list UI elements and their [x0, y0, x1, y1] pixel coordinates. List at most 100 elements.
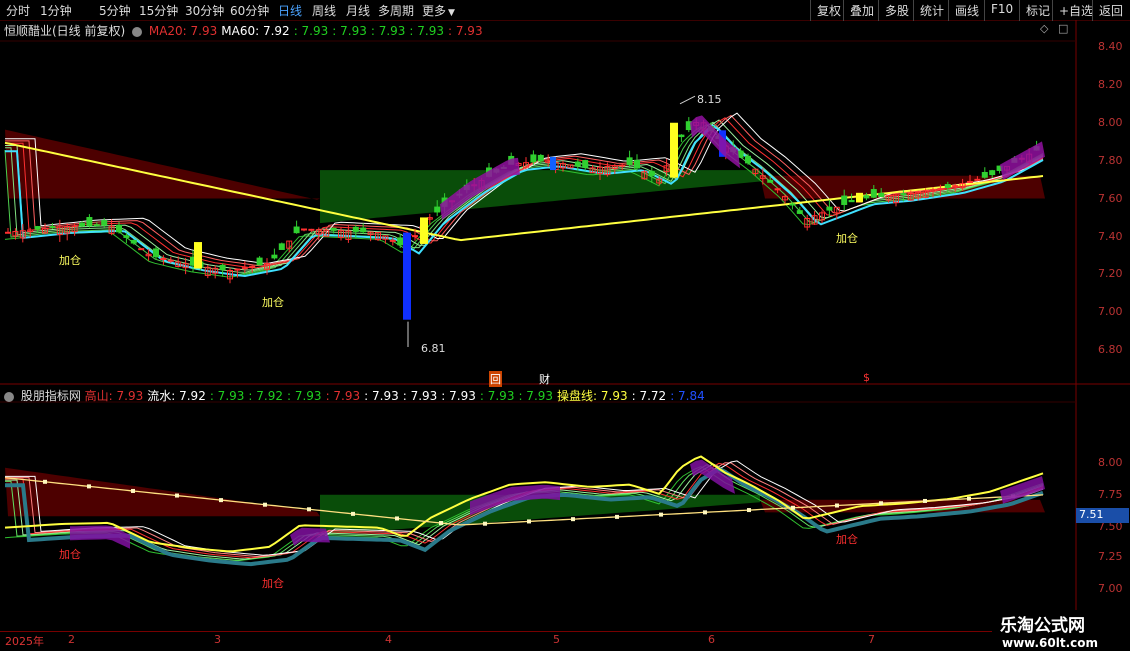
indicator-value: : 7.72	[631, 389, 667, 403]
candle-body	[841, 195, 848, 205]
high-price-label: 8.15	[697, 93, 722, 106]
candle-body	[737, 150, 744, 158]
settings-icon[interactable]	[4, 391, 14, 402]
indicator-value: : 7.93	[441, 389, 476, 403]
candle-body	[974, 178, 981, 181]
y-tick: 8.00	[1098, 456, 1123, 469]
indicator-value: : 7.93	[402, 389, 438, 403]
big-candle-yellow	[194, 242, 202, 269]
low-price-label: 6.81	[421, 342, 446, 355]
candle-body	[634, 159, 640, 169]
candle-body	[123, 235, 130, 238]
y-tick: 8.40	[1098, 40, 1123, 53]
candle-body	[397, 237, 404, 246]
candle-body	[256, 257, 263, 266]
y-tick: 6.80	[1098, 343, 1123, 356]
mid-line-dot	[263, 502, 267, 507]
candle-body	[774, 188, 781, 191]
mid-line-dot	[703, 510, 707, 515]
big-candle-blue	[403, 232, 411, 320]
indicator-value: : 7.93	[293, 24, 329, 38]
candle-body	[219, 264, 226, 270]
dollar-marker[interactable]: $	[863, 371, 870, 384]
candle-body	[574, 161, 581, 167]
candle-body	[241, 267, 248, 270]
candle-body	[900, 193, 907, 196]
big-candle-yellow	[420, 217, 428, 244]
mid-line-dot	[571, 517, 575, 522]
candle-body	[989, 170, 996, 176]
x-tick: 2	[68, 633, 75, 646]
indicator-value: : 7.93	[370, 24, 406, 38]
candle-body	[870, 189, 877, 198]
mid-line-dot	[923, 498, 927, 503]
signal-label: 加仓	[836, 232, 858, 245]
candle-body	[981, 171, 988, 178]
x-tick: 7	[868, 633, 875, 646]
y-tick: 8.00	[1098, 116, 1123, 129]
sub-indicator-header: 股朋指标网 高山: 7.93 流水: 7.92: 7.93: 7.92: 7.93…	[4, 387, 709, 404]
finance-marker[interactable]: 财	[539, 371, 550, 387]
candle-body	[249, 265, 256, 268]
candle-body	[86, 217, 93, 227]
x-tick: 3	[214, 633, 221, 646]
candle-body	[944, 184, 951, 188]
cursor-value-badge: 7.51	[1076, 508, 1129, 523]
candle-body	[130, 239, 137, 244]
kline-chart[interactable]	[0, 0, 1130, 650]
candle-body	[101, 220, 108, 226]
candle-body	[537, 154, 544, 162]
big-candle-yellow	[670, 122, 678, 178]
mid-line-dot	[439, 521, 443, 526]
y-tick: 8.20	[1098, 78, 1123, 91]
y-tick: 7.25	[1098, 550, 1123, 563]
mid-line-dot	[791, 505, 795, 510]
indicator-value: 操盘线: 7.93	[557, 389, 628, 403]
main-panel-plot	[4, 95, 1045, 347]
candle-body	[5, 231, 11, 234]
candle-body	[848, 199, 855, 203]
x-tick: 4	[385, 633, 392, 646]
mid-line-dot	[747, 508, 751, 513]
candle-body	[271, 254, 278, 259]
candle-body	[619, 164, 626, 167]
x-tick: 5	[553, 633, 560, 646]
candle-body	[160, 257, 167, 260]
candle-body	[301, 228, 307, 231]
sub-title: 股朋指标网	[20, 389, 81, 403]
settings-icon[interactable]	[132, 26, 143, 37]
mid-line-dot	[835, 503, 839, 508]
square-icon[interactable]: □	[1058, 22, 1068, 35]
review-marker[interactable]: 回	[489, 371, 502, 387]
candle-body	[789, 203, 796, 206]
watermark-title: 乐淘公式网	[1000, 616, 1085, 636]
candle-body	[412, 235, 418, 238]
candle-body	[49, 226, 56, 229]
candle-body	[167, 259, 174, 262]
candle-body	[116, 224, 122, 233]
indicator-value: : 7.84	[670, 389, 705, 403]
candle-body	[308, 228, 315, 231]
mid-line-dot	[615, 514, 619, 519]
x-tick: 6	[708, 633, 715, 646]
candle-body	[878, 192, 885, 197]
mid-line-dot	[483, 521, 487, 526]
mid-line-dot	[175, 493, 179, 498]
candle-body	[138, 248, 145, 251]
indicator-value: : 7.93	[364, 389, 399, 403]
watermark: 乐淘公式网 www.60lt.com	[992, 610, 1130, 650]
mid-line-dot	[351, 511, 355, 516]
diamond-icon[interactable]: ◇	[1040, 22, 1048, 35]
candle-body	[967, 180, 973, 183]
candle-body	[767, 179, 774, 183]
mid-line-dot	[43, 479, 47, 484]
mid-line-dot	[131, 488, 135, 493]
mid-line-dot	[307, 507, 311, 512]
indicator-value: : 7.93	[479, 389, 515, 403]
y-tick: 7.80	[1098, 154, 1123, 167]
candle-body	[937, 188, 944, 191]
y-tick: 7.40	[1098, 230, 1123, 243]
indicator-value: MA60: 7.92	[221, 24, 290, 38]
signal-label: 加仓	[836, 533, 858, 546]
candle-body	[360, 227, 367, 233]
